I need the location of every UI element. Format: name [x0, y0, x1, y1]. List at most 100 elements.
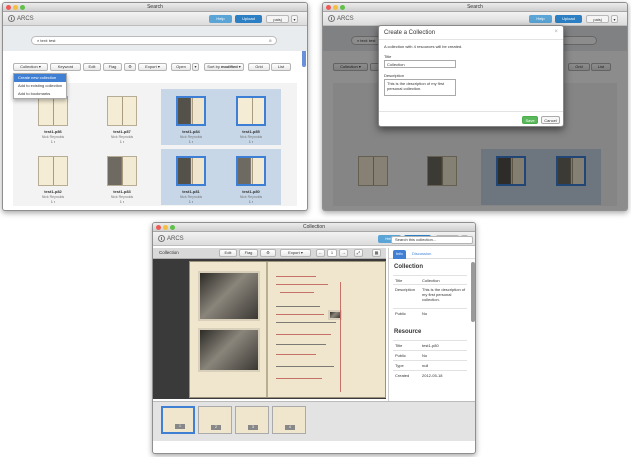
- close-light[interactable]: [326, 5, 331, 10]
- result-card-selected[interactable]: test1-p85 Nick Reynolds 1 ▪: [221, 89, 281, 145]
- toolbar: Collection ▾ Keyword Edit Flag ⚙ Export …: [3, 58, 307, 72]
- info-sidebar: Search this collection... Info Discussio…: [388, 236, 475, 401]
- arcs-logo[interactable]: ARCS: [8, 15, 34, 22]
- help-button[interactable]: Help: [529, 15, 552, 23]
- collection-window: Collection ARCS Help Upload paisj ▾ Coll…: [152, 222, 476, 454]
- arcs-logo-icon: [328, 15, 335, 22]
- resource-heading: Resource: [394, 329, 422, 335]
- thumbnail-strip: 1 2 3 4: [153, 401, 475, 441]
- edit-button[interactable]: Edit: [219, 249, 237, 257]
- grid-icon[interactable]: ▦: [372, 249, 381, 257]
- create-collection-modal: Create a Collection × A collection with 4…: [378, 25, 564, 127]
- result-card-selected[interactable]: test1-p81 Nick Reynolds 1 ▪: [161, 149, 221, 205]
- cancel-button[interactable]: Cancel: [541, 116, 560, 124]
- app-header: ARCS Help Upload paisj ▾: [3, 12, 307, 26]
- arcs-logo[interactable]: ARCS: [158, 235, 184, 242]
- sidebar-tabs: Info Discussion: [389, 248, 475, 259]
- search-input[interactable]: ⌕ text: test ⊗: [31, 36, 277, 45]
- result-card[interactable]: test1-p87 Nick Reynolds 1 ▪: [92, 89, 152, 145]
- gear-icon[interactable]: ⚙: [124, 63, 136, 71]
- result-card-selected[interactable]: test1-p80 Nick Reynolds 1 ▪: [221, 149, 281, 205]
- collection-button[interactable]: Collection ▾: [13, 63, 48, 71]
- page-thumbnail[interactable]: 4: [272, 406, 306, 434]
- create-new-collection-item[interactable]: Create new collection: [14, 74, 66, 82]
- open-button[interactable]: Open: [171, 63, 191, 71]
- collection-heading: Collection: [394, 264, 424, 270]
- page-thumbnail[interactable]: 3: [235, 406, 269, 434]
- export-button[interactable]: Export ▾: [280, 249, 311, 257]
- result-thumbnail: [38, 156, 68, 186]
- arcs-logo-icon: [8, 15, 15, 22]
- upload-button[interactable]: Upload: [235, 15, 262, 23]
- open-chevron-down-icon[interactable]: ▾: [192, 63, 199, 71]
- previous-page-icon[interactable]: ←: [316, 249, 325, 257]
- user-button[interactable]: paisj: [266, 15, 289, 23]
- arcs-logo[interactable]: ARCS: [328, 15, 354, 22]
- edit-button[interactable]: Edit: [83, 63, 101, 71]
- save-button[interactable]: Save: [522, 116, 538, 124]
- title-field[interactable]: Collection: [384, 60, 456, 68]
- user-menu-chevron-icon[interactable]: ▾: [291, 15, 298, 23]
- excavation-photo-bottom: [198, 328, 260, 372]
- window-titlebar: Search: [3, 3, 307, 12]
- window-title: Collection: [303, 224, 325, 230]
- search-area: ⌕ text: test ⊗: [3, 26, 307, 51]
- export-button[interactable]: Export ▾: [138, 63, 167, 71]
- page-thumbnail[interactable]: 1: [161, 406, 195, 434]
- clear-search-icon[interactable]: ⊗: [269, 37, 272, 45]
- flag-button[interactable]: Flag: [103, 63, 122, 71]
- zoom-light[interactable]: [170, 225, 175, 230]
- excavation-photo-top: [198, 271, 260, 321]
- result-card-selected[interactable]: test1-p84 Nick Reynolds 1 ▪: [161, 89, 221, 145]
- description-field[interactable]: This is the description of my first pers…: [384, 79, 456, 96]
- minimize-light[interactable]: [13, 5, 18, 10]
- help-button[interactable]: Help: [209, 15, 232, 23]
- search-window-1: Search ARCS Help Upload paisj ▾ ⌕ text: …: [2, 2, 308, 211]
- page-number-input[interactable]: 1: [327, 249, 337, 257]
- sidebar-scrollbar[interactable]: [471, 262, 475, 322]
- add-to-existing-collection-item[interactable]: Add to existing collection: [14, 82, 66, 90]
- window-title: Search: [147, 4, 163, 10]
- window-title: Search: [467, 4, 483, 10]
- grid-view-button[interactable]: Grid: [248, 63, 270, 71]
- list-view-button[interactable]: List: [271, 63, 291, 71]
- close-light[interactable]: [156, 225, 161, 230]
- zoom-light[interactable]: [20, 5, 25, 10]
- results-grid: test1-p86 Nick Reynolds 1 ▪ test1-p87 Nick …: [13, 83, 297, 206]
- minimize-light[interactable]: [333, 5, 338, 10]
- user-button[interactable]: paisj: [586, 15, 609, 23]
- tab-discussion[interactable]: Discussion: [409, 250, 434, 259]
- page-thumbnail[interactable]: 2: [198, 406, 232, 434]
- window-titlebar: Search: [323, 3, 627, 12]
- expand-icon[interactable]: ⤢: [354, 249, 363, 257]
- result-card[interactable]: test1-p83 Nick Reynolds 1 ▪: [92, 149, 152, 205]
- sort-dropdown[interactable]: Sort by modified ▾: [204, 63, 244, 71]
- notebook-page-image: [189, 261, 386, 398]
- minimize-light[interactable]: [163, 225, 168, 230]
- tab-info[interactable]: Info: [393, 250, 406, 259]
- logo-text: ARCS: [17, 15, 34, 22]
- arcs-logo-icon: [158, 235, 165, 242]
- zoom-light[interactable]: [340, 5, 345, 10]
- window-titlebar: Collection: [153, 223, 475, 232]
- collection-dropdown: Create new collection Add to existing co…: [13, 73, 67, 99]
- close-icon[interactable]: ×: [554, 29, 558, 35]
- user-menu-chevron-icon[interactable]: ▾: [611, 15, 618, 23]
- upload-button[interactable]: Upload: [555, 15, 582, 23]
- collection-label: Collection: [159, 250, 179, 255]
- collection-search-input[interactable]: Search this collection...: [391, 236, 473, 244]
- gear-icon[interactable]: ⚙: [260, 249, 276, 257]
- close-light[interactable]: [6, 5, 11, 10]
- search-query: text: test: [40, 38, 56, 43]
- next-page-icon[interactable]: →: [339, 249, 348, 257]
- keyword-button[interactable]: Keyword: [50, 63, 81, 71]
- description-label: Description: [384, 73, 405, 78]
- modal-description: A collection with 4 resources will be cr…: [384, 44, 463, 49]
- add-to-bookmarks-item[interactable]: Add to bookmarks: [14, 90, 66, 98]
- resource-viewer: Collection Edit Flag ⚙ Export ▾ ← 1 → ⤢ …: [153, 248, 386, 399]
- result-card[interactable]: test1-p82 Nick Reynolds 1 ▪: [23, 149, 83, 205]
- flag-button[interactable]: Flag: [239, 249, 258, 257]
- app-header: ARCS Help Upload paisj ▾: [323, 12, 627, 26]
- result-thumbnail: [107, 156, 137, 186]
- search-window-2: Search ARCS Help Upload paisj ▾ ⌕ text: …: [322, 2, 628, 211]
